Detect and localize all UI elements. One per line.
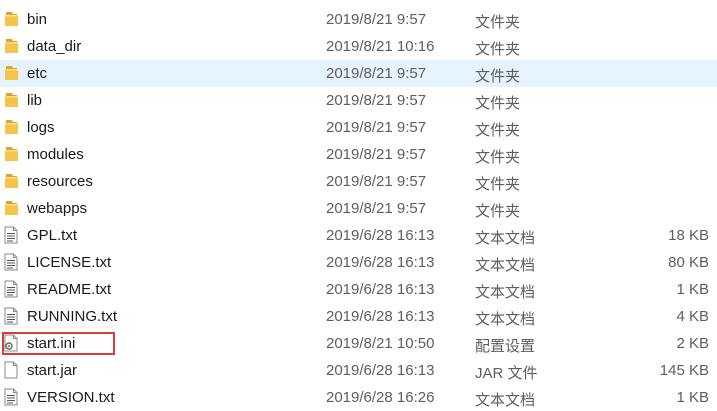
file-type: 文件夹: [475, 149, 521, 166]
file-type: JAR 文件: [475, 365, 538, 382]
file-list: bin 2019/8/21 9:57 文件夹 data_dir 2019/8/21 10…: [0, 6, 717, 411]
file-name: RUNNING.txt: [27, 308, 117, 325]
file-row[interactable]: etc 2019/8/21 9:57 文件夹: [0, 60, 717, 87]
file-name: webapps: [27, 200, 88, 217]
file-size: 80 KB: [668, 254, 709, 271]
file-name: data_dir: [27, 38, 82, 55]
file-size: 145 KB: [659, 362, 709, 379]
file-row[interactable]: resources 2019/8/21 9:57 文件夹: [0, 168, 717, 195]
file-row[interactable]: modules 2019/8/21 9:57 文件夹: [0, 141, 717, 168]
file-row[interactable]: data_dir 2019/8/21 10:16 文件夹: [0, 33, 717, 60]
file-type: 文件夹: [475, 176, 521, 193]
file-type: 文本文档: [475, 392, 536, 409]
file-type: 文本文档: [475, 311, 536, 328]
file-modified-date: 2019/6/28 16:13: [326, 227, 435, 244]
file-type: 文件夹: [475, 14, 521, 31]
blank-file-icon: [3, 361, 19, 379]
file-modified-date: 2019/8/21 9:57: [326, 173, 427, 190]
file-name: GPL.txt: [27, 227, 78, 244]
file-size: 18 KB: [668, 227, 709, 244]
file-type: 文件夹: [475, 122, 521, 139]
text-file-icon: [3, 253, 19, 271]
file-row[interactable]: LICENSE.txt 2019/6/28 16:13 文本文档 80 KB: [0, 249, 717, 276]
file-modified-date: 2019/6/28 16:13: [326, 254, 435, 271]
folder-icon: [3, 91, 19, 109]
file-modified-date: 2019/8/21 10:16: [326, 38, 435, 55]
file-name: LICENSE.txt: [27, 254, 112, 271]
file-size: 1 KB: [676, 389, 709, 406]
folder-icon: [3, 118, 19, 136]
text-file-icon: [3, 388, 19, 406]
folder-icon: [3, 37, 19, 55]
file-modified-date: 2019/6/28 16:26: [326, 389, 435, 406]
file-row[interactable]: logs 2019/8/21 9:57 文件夹: [0, 114, 717, 141]
file-row[interactable]: start.jar 2019/6/28 16:13 JAR 文件 145 KB: [0, 357, 717, 384]
file-name: start.ini: [27, 335, 76, 352]
file-type: 文本文档: [475, 257, 536, 274]
file-size: 2 KB: [676, 335, 709, 352]
file-row[interactable]: VERSION.txt 2019/6/28 16:26 文本文档 1 KB: [0, 384, 717, 411]
folder-icon: [3, 10, 19, 28]
file-type: 文件夹: [475, 68, 521, 85]
file-modified-date: 2019/8/21 9:57: [326, 65, 427, 82]
file-modified-date: 2019/6/28 16:13: [326, 308, 435, 325]
file-type: 配置设置: [475, 338, 536, 355]
file-row[interactable]: webapps 2019/8/21 9:57 文件夹: [0, 195, 717, 222]
file-modified-date: 2019/6/28 16:13: [326, 281, 435, 298]
folder-icon: [3, 64, 19, 82]
file-name: etc: [27, 65, 48, 82]
folder-icon: [3, 199, 19, 217]
file-modified-date: 2019/8/21 9:57: [326, 146, 427, 163]
file-row[interactable]: README.txt 2019/6/28 16:13 文本文档 1 KB: [0, 276, 717, 303]
file-modified-date: 2019/6/28 16:13: [326, 362, 435, 379]
file-name: modules: [27, 146, 84, 163]
file-size: 1 KB: [676, 281, 709, 298]
file-modified-date: 2019/8/21 9:57: [326, 200, 427, 217]
file-modified-date: 2019/8/21 10:50: [326, 335, 435, 352]
folder-icon: [3, 145, 19, 163]
file-modified-date: 2019/8/21 9:57: [326, 119, 427, 136]
text-file-icon: [3, 280, 19, 298]
file-size: 4 KB: [676, 308, 709, 325]
file-row[interactable]: GPL.txt 2019/6/28 16:13 文本文档 18 KB: [0, 222, 717, 249]
file-type: 文本文档: [475, 284, 536, 301]
file-type: 文件夹: [475, 41, 521, 58]
file-row[interactable]: RUNNING.txt 2019/6/28 16:13 文本文档 4 KB: [0, 303, 717, 330]
file-type: 文本文档: [475, 230, 536, 247]
text-file-icon: [3, 307, 19, 325]
file-row[interactable]: lib 2019/8/21 9:57 文件夹: [0, 87, 717, 114]
file-modified-date: 2019/8/21 9:57: [326, 11, 427, 28]
file-row[interactable]: start.ini 2019/8/21 10:50 配置设置 2 KB: [0, 330, 717, 357]
folder-icon: [3, 172, 19, 190]
file-type: 文件夹: [475, 95, 521, 112]
file-name: VERSION.txt: [27, 389, 115, 406]
file-name: lib: [27, 92, 43, 109]
file-name: logs: [27, 119, 55, 136]
file-name: bin: [27, 11, 48, 28]
file-row[interactable]: bin 2019/8/21 9:57 文件夹: [0, 6, 717, 33]
settings-file-icon: [3, 334, 19, 352]
file-modified-date: 2019/8/21 9:57: [326, 92, 427, 109]
file-name: README.txt: [27, 281, 112, 298]
file-name: resources: [27, 173, 93, 190]
file-type: 文件夹: [475, 203, 521, 220]
text-file-icon: [3, 226, 19, 244]
file-name: start.jar: [27, 362, 78, 379]
